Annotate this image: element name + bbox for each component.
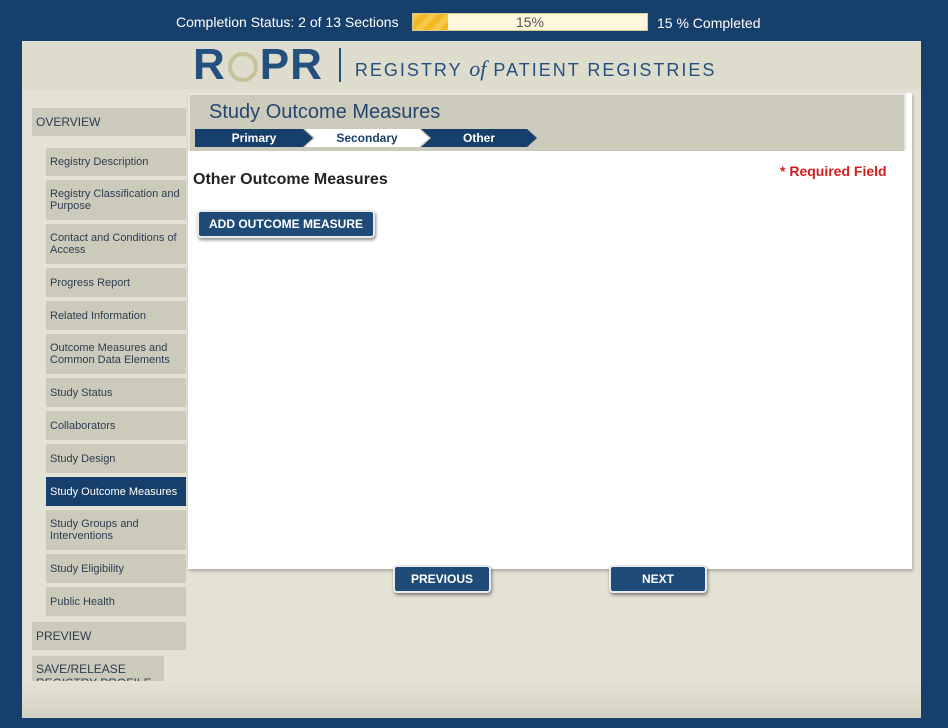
progress-bar: 15% — [412, 13, 648, 31]
panel-header: Study Outcome Measures Primary Secondary… — [188, 93, 906, 151]
sidebar-item-collaborators[interactable]: Collaborators — [46, 411, 186, 440]
app-frame: R PR REGISTRY of PATIENT REGISTRIES OVERV… — [22, 41, 921, 718]
sidebar-item-registry-classification[interactable]: Registry Classification and Purpose — [46, 180, 186, 220]
logo-divider — [338, 48, 341, 82]
sidebar-item-related-information[interactable]: Related Information — [46, 301, 186, 330]
sidebar-preview[interactable]: PREVIEW — [32, 622, 186, 650]
sidebar-item-study-eligibility[interactable]: Study Eligibility — [46, 554, 186, 583]
sidebar-item-contact-conditions[interactable]: Contact and Conditions of Access — [46, 224, 186, 264]
completion-status-text: Completion Status: 2 of 13 Sections — [176, 14, 399, 30]
main-panel: Study Outcome Measures Primary Secondary… — [188, 93, 912, 593]
sidebar-item-study-groups[interactable]: Study Groups and Interventions — [46, 510, 186, 550]
sidebar-item-public-health[interactable]: Public Health — [46, 587, 186, 616]
page-title: Study Outcome Measures — [209, 101, 441, 123]
header: R PR REGISTRY of PATIENT REGISTRIES — [22, 41, 921, 90]
sidebar-item-registry-description[interactable]: Registry Description — [46, 148, 186, 176]
sidebar-item-progress-report[interactable]: Progress Report — [46, 268, 186, 297]
sidebar-item-outcome-measures-cde[interactable]: Outcome Measures and Common Data Element… — [46, 334, 186, 374]
add-outcome-measure-button[interactable]: ADD OUTCOME MEASURE — [197, 210, 375, 238]
progress-label: 15% — [515, 14, 545, 30]
completed-text: 15 % Completed — [657, 15, 761, 31]
next-button[interactable]: NEXT — [609, 565, 707, 593]
sidebar: OVERVIEW Registry Description Registry C… — [32, 108, 186, 702]
ropr-logo: R PR REGISTRY of PATIENT REGISTRIES — [193, 43, 716, 87]
footer-shade — [22, 681, 921, 718]
tab-primary[interactable]: Primary — [195, 129, 313, 147]
logo-mark: R PR — [193, 40, 323, 89]
sidebar-item-study-outcome-measures[interactable]: Study Outcome Measures — [46, 477, 186, 506]
sidebar-item-study-design[interactable]: Study Design — [46, 444, 186, 473]
sidebar-overview[interactable]: OVERVIEW — [32, 108, 186, 136]
logo-o-icon — [227, 52, 258, 83]
logo-subtitle: REGISTRY of PATIENT REGISTRIES — [354, 56, 717, 81]
tab-secondary[interactable]: Secondary — [305, 129, 429, 147]
sidebar-item-study-status[interactable]: Study Status — [46, 378, 186, 407]
previous-button[interactable]: PREVIOUS — [393, 565, 491, 593]
section-title: Other Outcome Measures — [193, 171, 388, 188]
tab-other[interactable]: Other — [421, 129, 537, 147]
required-field-note: * Required Field — [780, 163, 887, 179]
completion-status-bar: Completion Status: 2 of 13 Sections 15% … — [0, 0, 948, 42]
